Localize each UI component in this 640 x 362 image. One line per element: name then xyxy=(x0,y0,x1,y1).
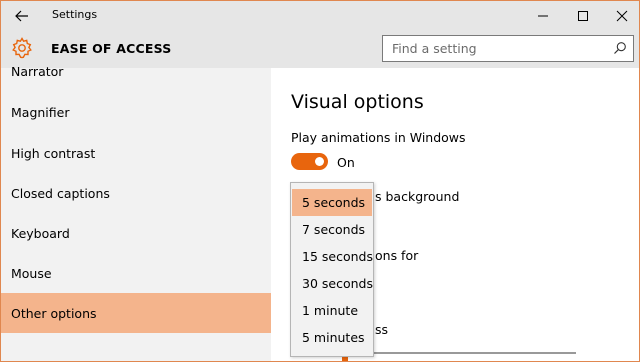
dropdown-option[interactable]: 15 seconds xyxy=(292,243,373,270)
sidebar-item-label: Closed captions xyxy=(11,186,110,201)
maximize-button[interactable] xyxy=(565,5,601,27)
dropdown-option[interactable]: 30 seconds xyxy=(292,270,373,297)
background-label: s background xyxy=(375,189,460,204)
search-input[interactable] xyxy=(383,36,603,61)
sidebar-item-label: Mouse xyxy=(11,266,52,281)
page-title: EASE OF ACCESS xyxy=(51,41,172,56)
dropdown-option-label: 7 seconds xyxy=(302,222,366,237)
dropdown-option[interactable]: 5 minutes xyxy=(292,324,372,351)
animations-label: Play animations in Windows xyxy=(291,130,466,145)
sidebar-item-label: Narrator xyxy=(11,64,64,79)
sidebar-item-narrator[interactable]: Narrator xyxy=(1,60,271,100)
close-icon xyxy=(616,10,628,22)
dropdown-option-label: 5 seconds xyxy=(302,195,366,210)
sidebar-item-high-contrast[interactable]: High contrast xyxy=(1,140,271,180)
back-arrow-icon xyxy=(15,10,28,22)
sidebar-item-other-options[interactable]: Other options xyxy=(1,293,271,333)
search-box[interactable] xyxy=(382,35,634,62)
sidebar: Narrator Magnifier High contrast Closed … xyxy=(1,64,271,361)
window-title: Settings xyxy=(52,8,98,21)
dropdown-option-label: 5 minutes xyxy=(302,330,365,345)
cursor-thickness-slider-track[interactable] xyxy=(344,352,576,354)
animations-toggle-state: On xyxy=(337,155,355,170)
sidebar-item-label: Magnifier xyxy=(11,105,70,120)
sidebar-item-keyboard[interactable]: Keyboard xyxy=(1,220,271,260)
cursor-thickness-label: ss xyxy=(375,322,389,337)
dropdown-option-label: 15 seconds xyxy=(302,249,373,264)
sidebar-item-label: High contrast xyxy=(11,146,96,161)
dropdown-option[interactable]: 7 seconds xyxy=(292,216,372,243)
sidebar-item-label: Keyboard xyxy=(11,226,70,241)
title-bar: Settings xyxy=(1,1,639,31)
gear-icon xyxy=(10,36,34,60)
back-button[interactable] xyxy=(11,6,33,26)
maximize-icon xyxy=(578,11,588,21)
dropdown-option[interactable]: 1 minute xyxy=(292,297,372,324)
section-title: Visual options xyxy=(291,91,424,113)
minimize-button[interactable] xyxy=(525,5,561,27)
close-button[interactable] xyxy=(604,5,639,27)
toggle-knob xyxy=(315,157,324,166)
search-icon[interactable] xyxy=(613,41,627,55)
notifications-label: ons for xyxy=(375,248,419,263)
sidebar-item-label: Other options xyxy=(11,306,97,321)
dropdown-option-label: 30 seconds xyxy=(302,276,373,291)
minimize-icon xyxy=(538,15,548,17)
dropdown-option-label: 1 minute xyxy=(302,303,359,318)
dropdown-option[interactable]: 5 seconds xyxy=(292,189,372,216)
sidebar-item-closed-captions[interactable]: Closed captions xyxy=(1,180,271,220)
sidebar-item-magnifier[interactable]: Magnifier xyxy=(1,100,271,140)
animations-toggle[interactable] xyxy=(291,153,328,170)
notification-duration-dropdown[interactable]: 5 seconds 7 seconds 15 seconds 30 second… xyxy=(290,182,374,357)
settings-window: Settings EASE OF ACCESS Find a setting N… xyxy=(0,0,640,362)
